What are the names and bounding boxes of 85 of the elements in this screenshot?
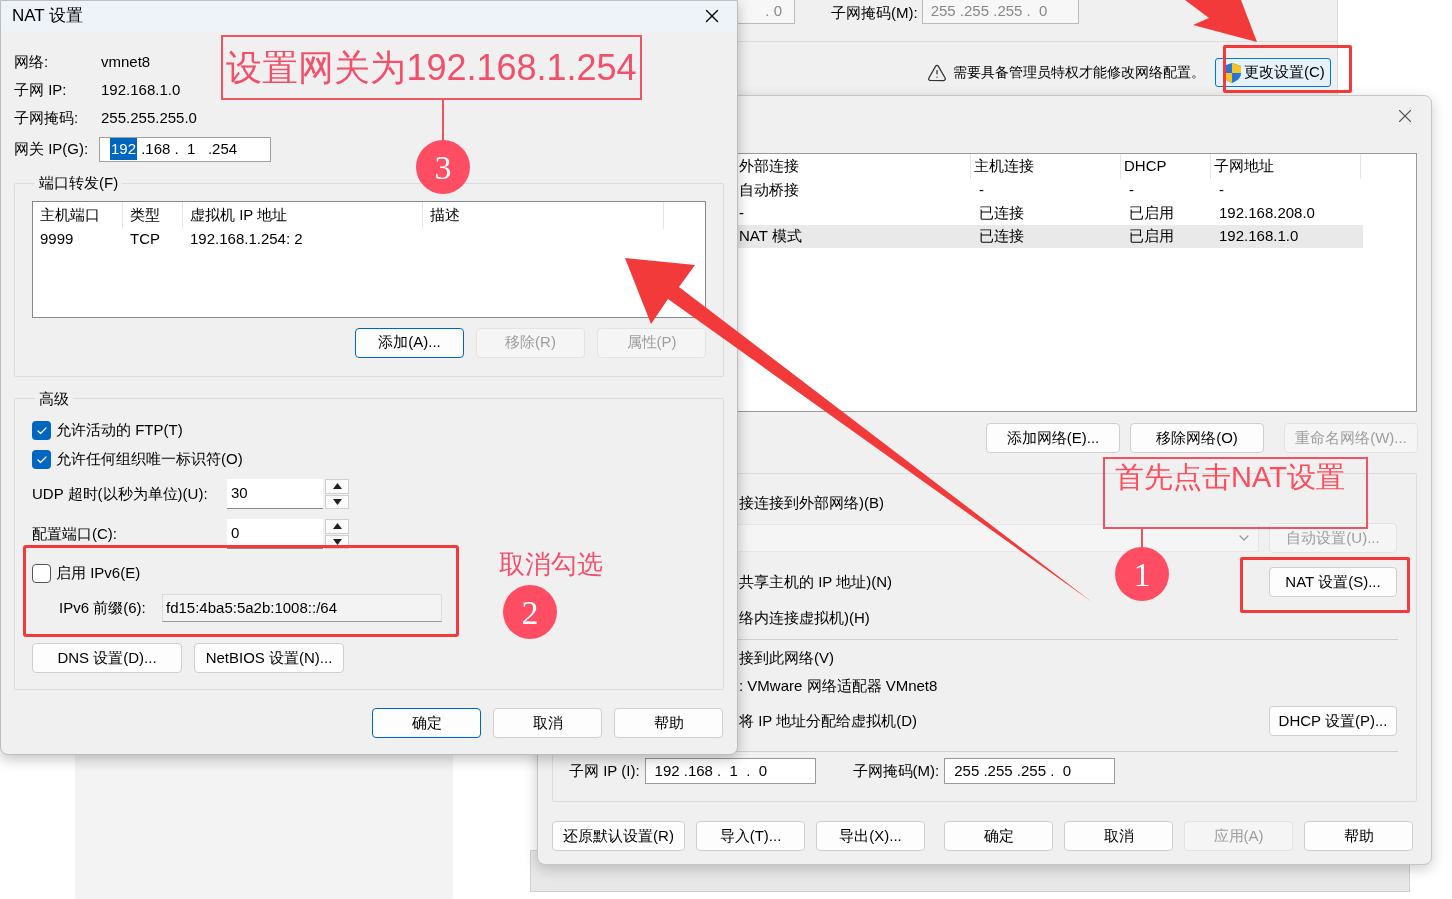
callout-text: 首先点击NAT设置 (1115, 460, 1346, 494)
group-title: 端口转发(F) (38, 173, 120, 193)
checkbox[interactable] (32, 421, 51, 440)
down-arrow-icon (332, 498, 342, 505)
column-header[interactable]: 子网地址 (1211, 154, 1361, 179)
table-cell-text: - (738, 203, 745, 224)
ipv6-prefix-field[interactable]: fd15:4ba5:5a2b:1008::/64 (162, 594, 442, 622)
field-label: 子网掩码(M): (831, 3, 918, 23)
table-cell-text: 192.168.208.0 (1218, 203, 1316, 224)
table-cell-text: 已启用 (1128, 203, 1175, 224)
dialog-button[interactable]: DHCP 设置(P)... (1269, 706, 1397, 736)
dialog-button[interactable]: 添加网络(E)... (986, 423, 1120, 453)
dialog-button[interactable]: 取消 (1064, 821, 1173, 851)
dialog-button[interactable]: NAT 设置(S)... (1269, 567, 1397, 597)
dialog-button[interactable]: NetBIOS 设置(N)... (194, 643, 344, 673)
table-cell-text: 192.168.1.0 (1218, 226, 1300, 247)
option-label: 接到此网络(V) (739, 647, 834, 668)
up-arrow-icon (332, 483, 342, 490)
table-cell-text: 9999 (39, 229, 75, 250)
table-cell-text: 自动桥接 (738, 180, 800, 201)
column-header[interactable]: 主机连接 (971, 154, 1121, 179)
checkbox-label: 允许任何组织唯一标识符(O) (56, 449, 243, 470)
up-arrow-icon (332, 523, 342, 530)
table-cell-text: NAT 模式 (738, 226, 803, 247)
spin-down-button[interactable] (325, 494, 349, 509)
dialog-button[interactable]: 帮助 (1304, 821, 1413, 851)
column-header[interactable]: 虚拟机 IP 地址 (183, 201, 423, 229)
column-header[interactable]: 主机端口 (33, 201, 123, 229)
field-label: 网关 IP(G): (14, 138, 90, 159)
field-label: UDP 超时(以秒为单位)(U): (32, 483, 209, 504)
pointer-arrow (1185, 0, 1257, 42)
option-label: : VMware 网络适配器 VMnet8 (739, 675, 938, 696)
warning-text: 需要具备管理员特权才能修改网络配置。 (953, 63, 1205, 82)
column-header[interactable]: 描述 (423, 201, 664, 229)
option-label: 络内连接虚拟机)(H) (739, 607, 870, 628)
field-value: 255.255.255.0 (101, 107, 197, 128)
table-cell-text: 已连接 (978, 226, 1025, 247)
field-label: 网络: (14, 51, 50, 72)
dialog-button[interactable]: 导出(X)... (816, 821, 925, 851)
callout-text: 设置网关为192.168.1.254 (226, 45, 637, 90)
checkbox[interactable] (32, 563, 51, 583)
dialog-button[interactable]: 取消 (493, 708, 602, 738)
checkbox-label: 允许活动的 FTP(T) (56, 420, 183, 441)
subnet-ip-field[interactable]: 192 .168 . 1 . 0 (644, 758, 816, 784)
dialog-button[interactable]: DNS 设置(D)... (32, 643, 182, 673)
dialog-button[interactable]: 导入(T)... (696, 821, 805, 851)
field-label: IPv6 前缀(6): (59, 597, 147, 618)
column-header[interactable]: 类型 (123, 201, 183, 229)
field-label: 子网掩码: (14, 107, 80, 128)
field-label: 子网 IP: (14, 79, 68, 100)
field-label: 子网掩码(M): (852, 760, 940, 781)
table-cell-text: - (1218, 180, 1225, 201)
option-label: 将 IP 地址分配给虚拟机(D) (739, 710, 918, 731)
option-label: 接连接到外部网络)(B) (739, 492, 884, 513)
dialog-button[interactable]: 确定 (944, 821, 1053, 851)
dialog-button[interactable]: 确定 (372, 708, 481, 738)
spin-up-button[interactable] (325, 519, 349, 534)
window-title: NAT 设置 (12, 5, 84, 28)
number-field[interactable]: 30 (227, 479, 323, 509)
callout-text: 取消勾选 (499, 548, 603, 581)
field-value: 192.168.1.0 (101, 79, 181, 100)
checkbox[interactable] (32, 450, 51, 469)
down-arrow-icon (332, 538, 342, 545)
subnet-mask-field[interactable]: 255 .255 .255 . 0 (944, 758, 1116, 784)
warning-icon (927, 62, 947, 83)
checkbox-label: 启用 IPv6(E) (56, 562, 141, 583)
dialog-button[interactable]: 还原默认设置(R) (552, 821, 685, 851)
table-cell-text: TCP (129, 229, 161, 250)
dialog-button[interactable]: 帮助 (614, 708, 723, 738)
dialog-button[interactable]: 移除网络(O) (1130, 423, 1264, 453)
dialog-button[interactable]: 添加(A)... (355, 327, 464, 358)
option-label: 共享主机的 IP 地址)(N) (739, 571, 893, 592)
group-title: 高级 (38, 388, 70, 409)
table-cell-text: 192.168.1.254: 2 (189, 229, 304, 250)
table-cell-text: - (978, 180, 985, 201)
table-cell-text: 已连接 (978, 203, 1025, 224)
column-header[interactable]: DHCP (1121, 154, 1211, 179)
field-value: vmnet8 (101, 51, 151, 72)
field-label: 配置端口(C): (32, 523, 118, 544)
gateway-ip-field[interactable]: 192 .168 . 1 .254 (99, 136, 271, 162)
change-settings-button[interactable]: 更改设置(C) (1215, 58, 1331, 87)
table-cell-text: 已启用 (1128, 226, 1175, 247)
field-label: 子网 IP (I): (569, 760, 640, 781)
spin-up-button[interactable] (325, 479, 349, 494)
table-cell-text: - (1128, 180, 1135, 201)
